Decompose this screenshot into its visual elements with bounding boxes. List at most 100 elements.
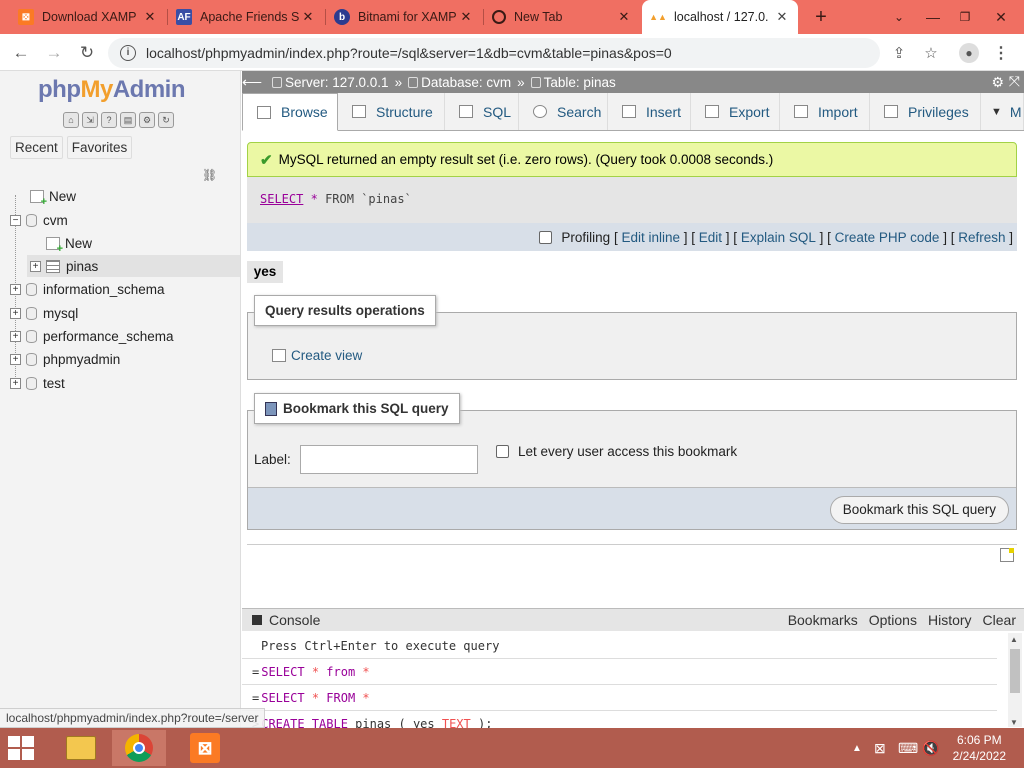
- reload-button[interactable]: ↻: [74, 40, 100, 66]
- console-bookmarks-link[interactable]: Bookmarks: [788, 612, 858, 628]
- create-view-link[interactable]: Create view: [272, 348, 362, 363]
- profiling-checkbox[interactable]: [539, 230, 553, 244]
- profile-avatar-icon[interactable]: ●: [956, 40, 982, 66]
- collapse-nav-arrow-icon[interactable]: ⟵: [242, 74, 262, 91]
- settings-gear-icon[interactable]: ⚙: [139, 112, 155, 128]
- maximize-icon[interactable]: ⤧: [1009, 73, 1020, 90]
- dropdown-arrow-icon: ▼: [991, 105, 1002, 118]
- xampp-taskbar-icon[interactable]: ⊠: [178, 730, 232, 766]
- explain-sql-link[interactable]: Explain SQL: [741, 230, 816, 245]
- breadcrumb-table[interactable]: Table: pinas: [544, 75, 616, 90]
- expand-icon[interactable]: +: [10, 330, 21, 342]
- volume-muted-icon[interactable]: 🔇: [922, 728, 939, 768]
- column-header-yes[interactable]: yes: [247, 261, 283, 283]
- expand-icon[interactable]: +: [10, 377, 21, 389]
- console-options-link[interactable]: Options: [869, 612, 917, 628]
- taskbar-clock[interactable]: 6:06 PM 2/24/2022: [953, 732, 1006, 764]
- expand-icon[interactable]: +: [10, 283, 21, 295]
- tab-sql[interactable]: SQL: [445, 93, 519, 130]
- tab-more[interactable]: ▼ M: [981, 93, 1024, 130]
- tab-search-chevron-icon[interactable]: ⌄: [886, 0, 912, 34]
- expand-icon[interactable]: +: [30, 260, 41, 272]
- forward-button[interactable]: →: [41, 40, 67, 66]
- tab-privileges[interactable]: Privileges: [870, 93, 981, 130]
- expand-icon[interactable]: +: [10, 307, 21, 319]
- docs-icon[interactable]: ▤: [120, 112, 136, 128]
- close-tab-icon[interactable]: ✕: [616, 9, 632, 25]
- phpmyadmin-logo[interactable]: phpMyAdmin: [38, 76, 186, 104]
- tab-search[interactable]: Search: [519, 93, 608, 130]
- console-history-link[interactable]: History: [928, 612, 972, 628]
- favorites-tab[interactable]: Favorites: [66, 136, 133, 159]
- back-button[interactable]: ←: [8, 40, 34, 66]
- tab-browse[interactable]: Browse: [242, 93, 338, 131]
- browser-tab-new-tab[interactable]: New Tab ✕: [484, 0, 640, 34]
- tree-item-new[interactable]: New: [14, 185, 76, 208]
- close-tab-icon[interactable]: ✕: [458, 9, 474, 25]
- chrome-taskbar-icon[interactable]: [112, 730, 166, 766]
- site-info-icon[interactable]: i: [120, 45, 136, 61]
- bookmark-star-icon[interactable]: ☆: [918, 40, 944, 66]
- help-icon[interactable]: ?: [101, 112, 117, 128]
- tree-item-mysql[interactable]: + mysql: [10, 302, 78, 324]
- new-tab-button[interactable]: +: [808, 0, 834, 34]
- console-query-line[interactable]: = SELECT * from *: [242, 659, 997, 685]
- browser-tab-bitnami[interactable]: b Bitnami for XAMP ✕: [326, 0, 482, 34]
- edit-inline-link[interactable]: Edit inline: [621, 230, 680, 245]
- tree-item-cvm[interactable]: − cvm: [10, 209, 68, 231]
- edit-link[interactable]: Edit: [699, 230, 722, 245]
- breadcrumb-database[interactable]: Database: cvm: [421, 75, 511, 90]
- console-clear-link[interactable]: Clear: [983, 612, 1016, 628]
- scroll-up-icon[interactable]: ▲: [1010, 635, 1018, 644]
- windows-start-button[interactable]: [8, 736, 36, 760]
- console-scrollbar[interactable]: ▲ ▼: [1008, 633, 1022, 727]
- logout-icon[interactable]: ⇲: [82, 112, 98, 128]
- home-icon[interactable]: ⌂: [63, 112, 79, 128]
- browser-tab-apache-friends[interactable]: AF Apache Friends S ✕: [168, 0, 324, 34]
- tree-item-information-schema[interactable]: + information_schema: [10, 278, 165, 300]
- create-php-code-link[interactable]: Create PHP code: [835, 230, 940, 245]
- sticky-note-icon[interactable]: [1000, 548, 1014, 562]
- browser-tab-download-xampp[interactable]: ⊠ Download XAMP ✕: [10, 0, 166, 34]
- bookmark-query-button[interactable]: Bookmark this SQL query: [829, 496, 1009, 524]
- tree-item-test[interactable]: + test: [10, 372, 65, 394]
- ime-tray-icon[interactable]: ⌨: [898, 728, 918, 768]
- refresh-link[interactable]: Refresh: [958, 230, 1005, 245]
- file-explorer-taskbar-icon[interactable]: [54, 730, 108, 766]
- browser-tab-phpmyadmin[interactable]: ▲▲ localhost / 127.0. ✕: [642, 0, 798, 34]
- scroll-thumb[interactable]: [1010, 649, 1020, 693]
- tab-insert[interactable]: Insert: [608, 93, 691, 130]
- close-window-button[interactable]: ✕: [984, 0, 1018, 34]
- close-tab-icon[interactable]: ✕: [142, 9, 158, 25]
- breadcrumb-server[interactable]: Server: 127.0.0.1: [285, 75, 389, 90]
- link-with-main-panel-icon[interactable]: ⛓: [202, 168, 217, 182]
- reload-nav-icon[interactable]: ↻: [158, 112, 174, 128]
- share-icon[interactable]: ⇪: [886, 40, 912, 66]
- tab-export[interactable]: Export: [691, 93, 780, 130]
- minimize-window-button[interactable]: —: [918, 0, 948, 34]
- close-tab-icon[interactable]: ✕: [774, 9, 790, 25]
- tab-import[interactable]: Import: [780, 93, 870, 130]
- network-tray-icon[interactable]: ⊠: [874, 728, 886, 768]
- tab-structure[interactable]: Structure: [338, 93, 445, 130]
- console-query-line[interactable]: >CREATE TABLE pinas ( yes TEXT );: [242, 711, 997, 729]
- page-settings-gear-icon[interactable]: ⚙: [991, 74, 1004, 91]
- scroll-down-icon[interactable]: ▼: [1010, 718, 1018, 727]
- bookmark-label-input[interactable]: [300, 445, 478, 474]
- close-tab-icon[interactable]: ✕: [300, 9, 316, 25]
- query-results-operations-legend: Query results operations: [254, 295, 436, 326]
- tree-item-performance-schema[interactable]: + performance_schema: [10, 325, 174, 347]
- collapse-icon[interactable]: −: [10, 214, 21, 226]
- restore-window-button[interactable]: ❐: [950, 0, 980, 34]
- console-query-line[interactable]: = SELECT * FROM *: [242, 685, 997, 711]
- tree-item-pinas[interactable]: + pinas: [30, 255, 98, 277]
- tree-item-phpmyadmin[interactable]: + phpmyadmin: [10, 348, 120, 370]
- share-bookmark-checkbox[interactable]: [496, 445, 509, 458]
- tree-item-cvm-new[interactable]: New: [34, 232, 92, 255]
- console-header[interactable]: Console Bookmarks Options History Clear: [242, 609, 1024, 631]
- browser-menu-icon[interactable]: ⋮: [988, 40, 1014, 66]
- show-hidden-icons-chevron[interactable]: ▲: [852, 728, 862, 768]
- recent-tab[interactable]: Recent: [10, 136, 63, 159]
- expand-icon[interactable]: +: [10, 353, 21, 365]
- address-bar[interactable]: i localhost/phpmyadmin/index.php?route=/…: [108, 38, 880, 68]
